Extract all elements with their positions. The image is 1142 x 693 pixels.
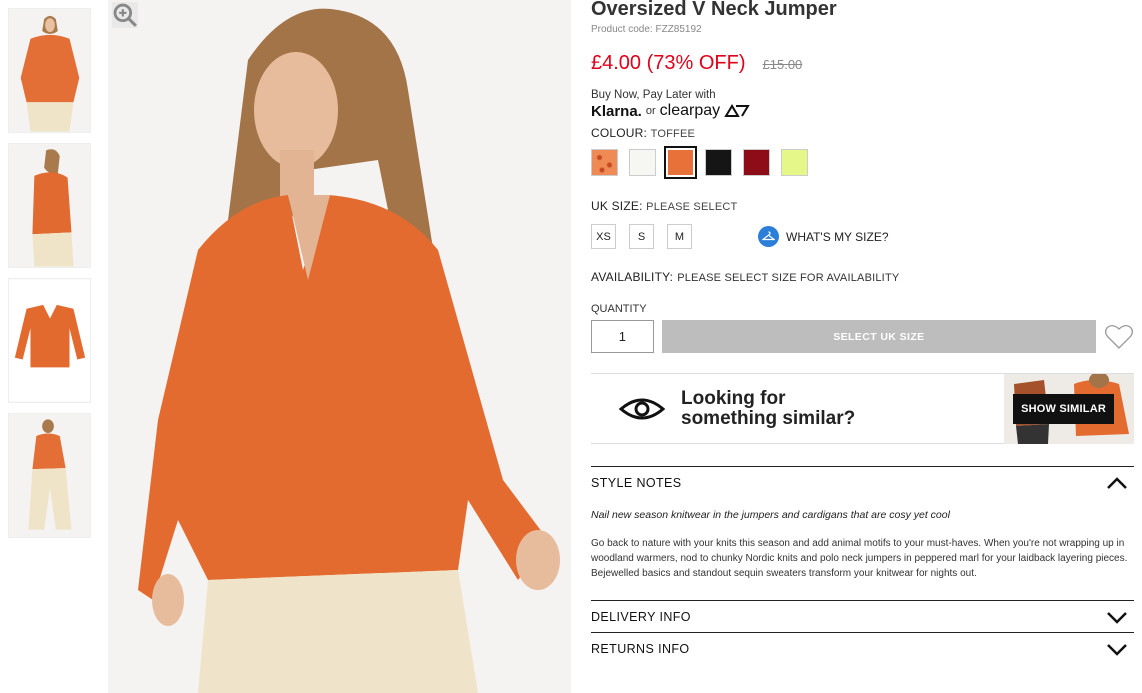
chevron-down-icon [1107, 611, 1127, 624]
size-value: PLEASE SELECT [646, 201, 738, 213]
returns-info-heading: RETURNS INFO [591, 641, 690, 656]
colour-value: TOFFEE [650, 128, 696, 140]
bnpl-text: Buy Now, Pay Later with [591, 89, 716, 101]
thumbnail-side-image [9, 144, 90, 267]
klarna-logo[interactable]: Klarna. [591, 103, 642, 120]
style-notes-body: Nail new season knitwear in the jumpers … [591, 498, 1134, 581]
style-notes-heading: STYLE NOTES [591, 475, 682, 490]
select-size-button[interactable]: SELECT UK SIZE [661, 320, 1096, 353]
product-code: Product code: FZZ85192 [591, 24, 702, 35]
size-xs-button[interactable]: XS [591, 224, 616, 249]
hanger-icon [758, 226, 779, 247]
thumbnail-side[interactable] [8, 143, 91, 268]
whats-my-size-link[interactable]: WHAT'S MY SIZE? [758, 226, 889, 247]
product-info: Oversized V Neck Jumper Product code: FZ… [591, 0, 1134, 664]
style-notes-text: Go back to nature with your knits this s… [591, 538, 1128, 579]
thumbnail-front[interactable] [8, 8, 91, 133]
thumbnail-gallery [8, 8, 91, 548]
delivery-info-header[interactable]: DELIVERY INFO [591, 601, 1134, 632]
swatch-toffee[interactable] [664, 146, 697, 179]
thumbnail-full-length[interactable] [8, 413, 91, 538]
style-notes-header[interactable]: STYLE NOTES [591, 467, 1134, 498]
size-m-button[interactable]: M [667, 224, 692, 249]
size-s-button[interactable]: S [629, 224, 654, 249]
colour-label: COLOUR: TOFFEE [591, 126, 696, 140]
product-title: Oversized V Neck Jumper [591, 0, 837, 20]
clearpay-logo[interactable]: clearpay [660, 102, 720, 120]
availability-value: PLEASE SELECT SIZE FOR AVAILABILITY [677, 272, 900, 284]
sale-price: £4.00 (73% OFF) [591, 52, 746, 74]
availability: AVAILABILITY: PLEASE SELECT SIZE FOR AVAI… [591, 270, 900, 284]
price-row: £4.00 (73% OFF) £15.00 [591, 52, 1134, 75]
bnpl-or: or [645, 105, 656, 117]
colour-swatches [591, 146, 1134, 179]
show-similar-button[interactable]: SHOW SIMILAR [1013, 394, 1114, 424]
delivery-info-heading: DELIVERY INFO [591, 609, 691, 624]
thumbnail-flat-image [9, 279, 90, 402]
bnpl-logos[interactable]: Klarna. or clearpay [591, 102, 1134, 120]
main-product-image[interactable] [108, 0, 571, 693]
swatch-black[interactable] [705, 149, 732, 176]
style-notes-section: STYLE NOTES Nail new season knitwear in … [591, 466, 1134, 581]
thumbnail-front-image [9, 9, 90, 132]
eye-icon [619, 398, 665, 419]
clearpay-arrows-icon [724, 104, 750, 117]
model-photo [108, 0, 571, 693]
swatch-white[interactable] [629, 149, 656, 176]
thumbnail-full-length-image [9, 414, 90, 537]
returns-info-header[interactable]: RETURNS INFO [591, 633, 1134, 664]
thumbnail-flat[interactable] [8, 278, 91, 403]
original-price: £15.00 [762, 57, 803, 72]
chevron-up-icon [1107, 476, 1127, 489]
delivery-info-section: DELIVERY INFO [591, 600, 1134, 632]
whats-my-size-label: WHAT'S MY SIZE? [786, 229, 889, 244]
size-options: XS S M WHAT'S MY SIZE? [591, 224, 1134, 249]
size-label: UK SIZE: PLEASE SELECT [591, 199, 738, 213]
returns-info-section: RETURNS INFO [591, 632, 1134, 664]
swatch-wine[interactable] [743, 149, 770, 176]
chevron-down-icon [1107, 643, 1127, 656]
swatch-lime[interactable] [781, 149, 808, 176]
purchase-row: 1 SELECT UK SIZE [591, 320, 1134, 353]
heart-icon[interactable] [1104, 322, 1134, 352]
zoom-icon[interactable] [112, 2, 138, 28]
swatch-leopard[interactable] [591, 149, 618, 176]
style-notes-intro: Nail new season knitwear in the jumpers … [591, 509, 950, 521]
quantity-label: QUANTITY [591, 303, 647, 315]
quantity-input[interactable]: 1 [591, 320, 654, 353]
similar-text: Looking for something similar? [681, 387, 856, 429]
looking-similar-banner[interactable]: Looking for something similar? SHOW SIMI… [591, 373, 1134, 444]
